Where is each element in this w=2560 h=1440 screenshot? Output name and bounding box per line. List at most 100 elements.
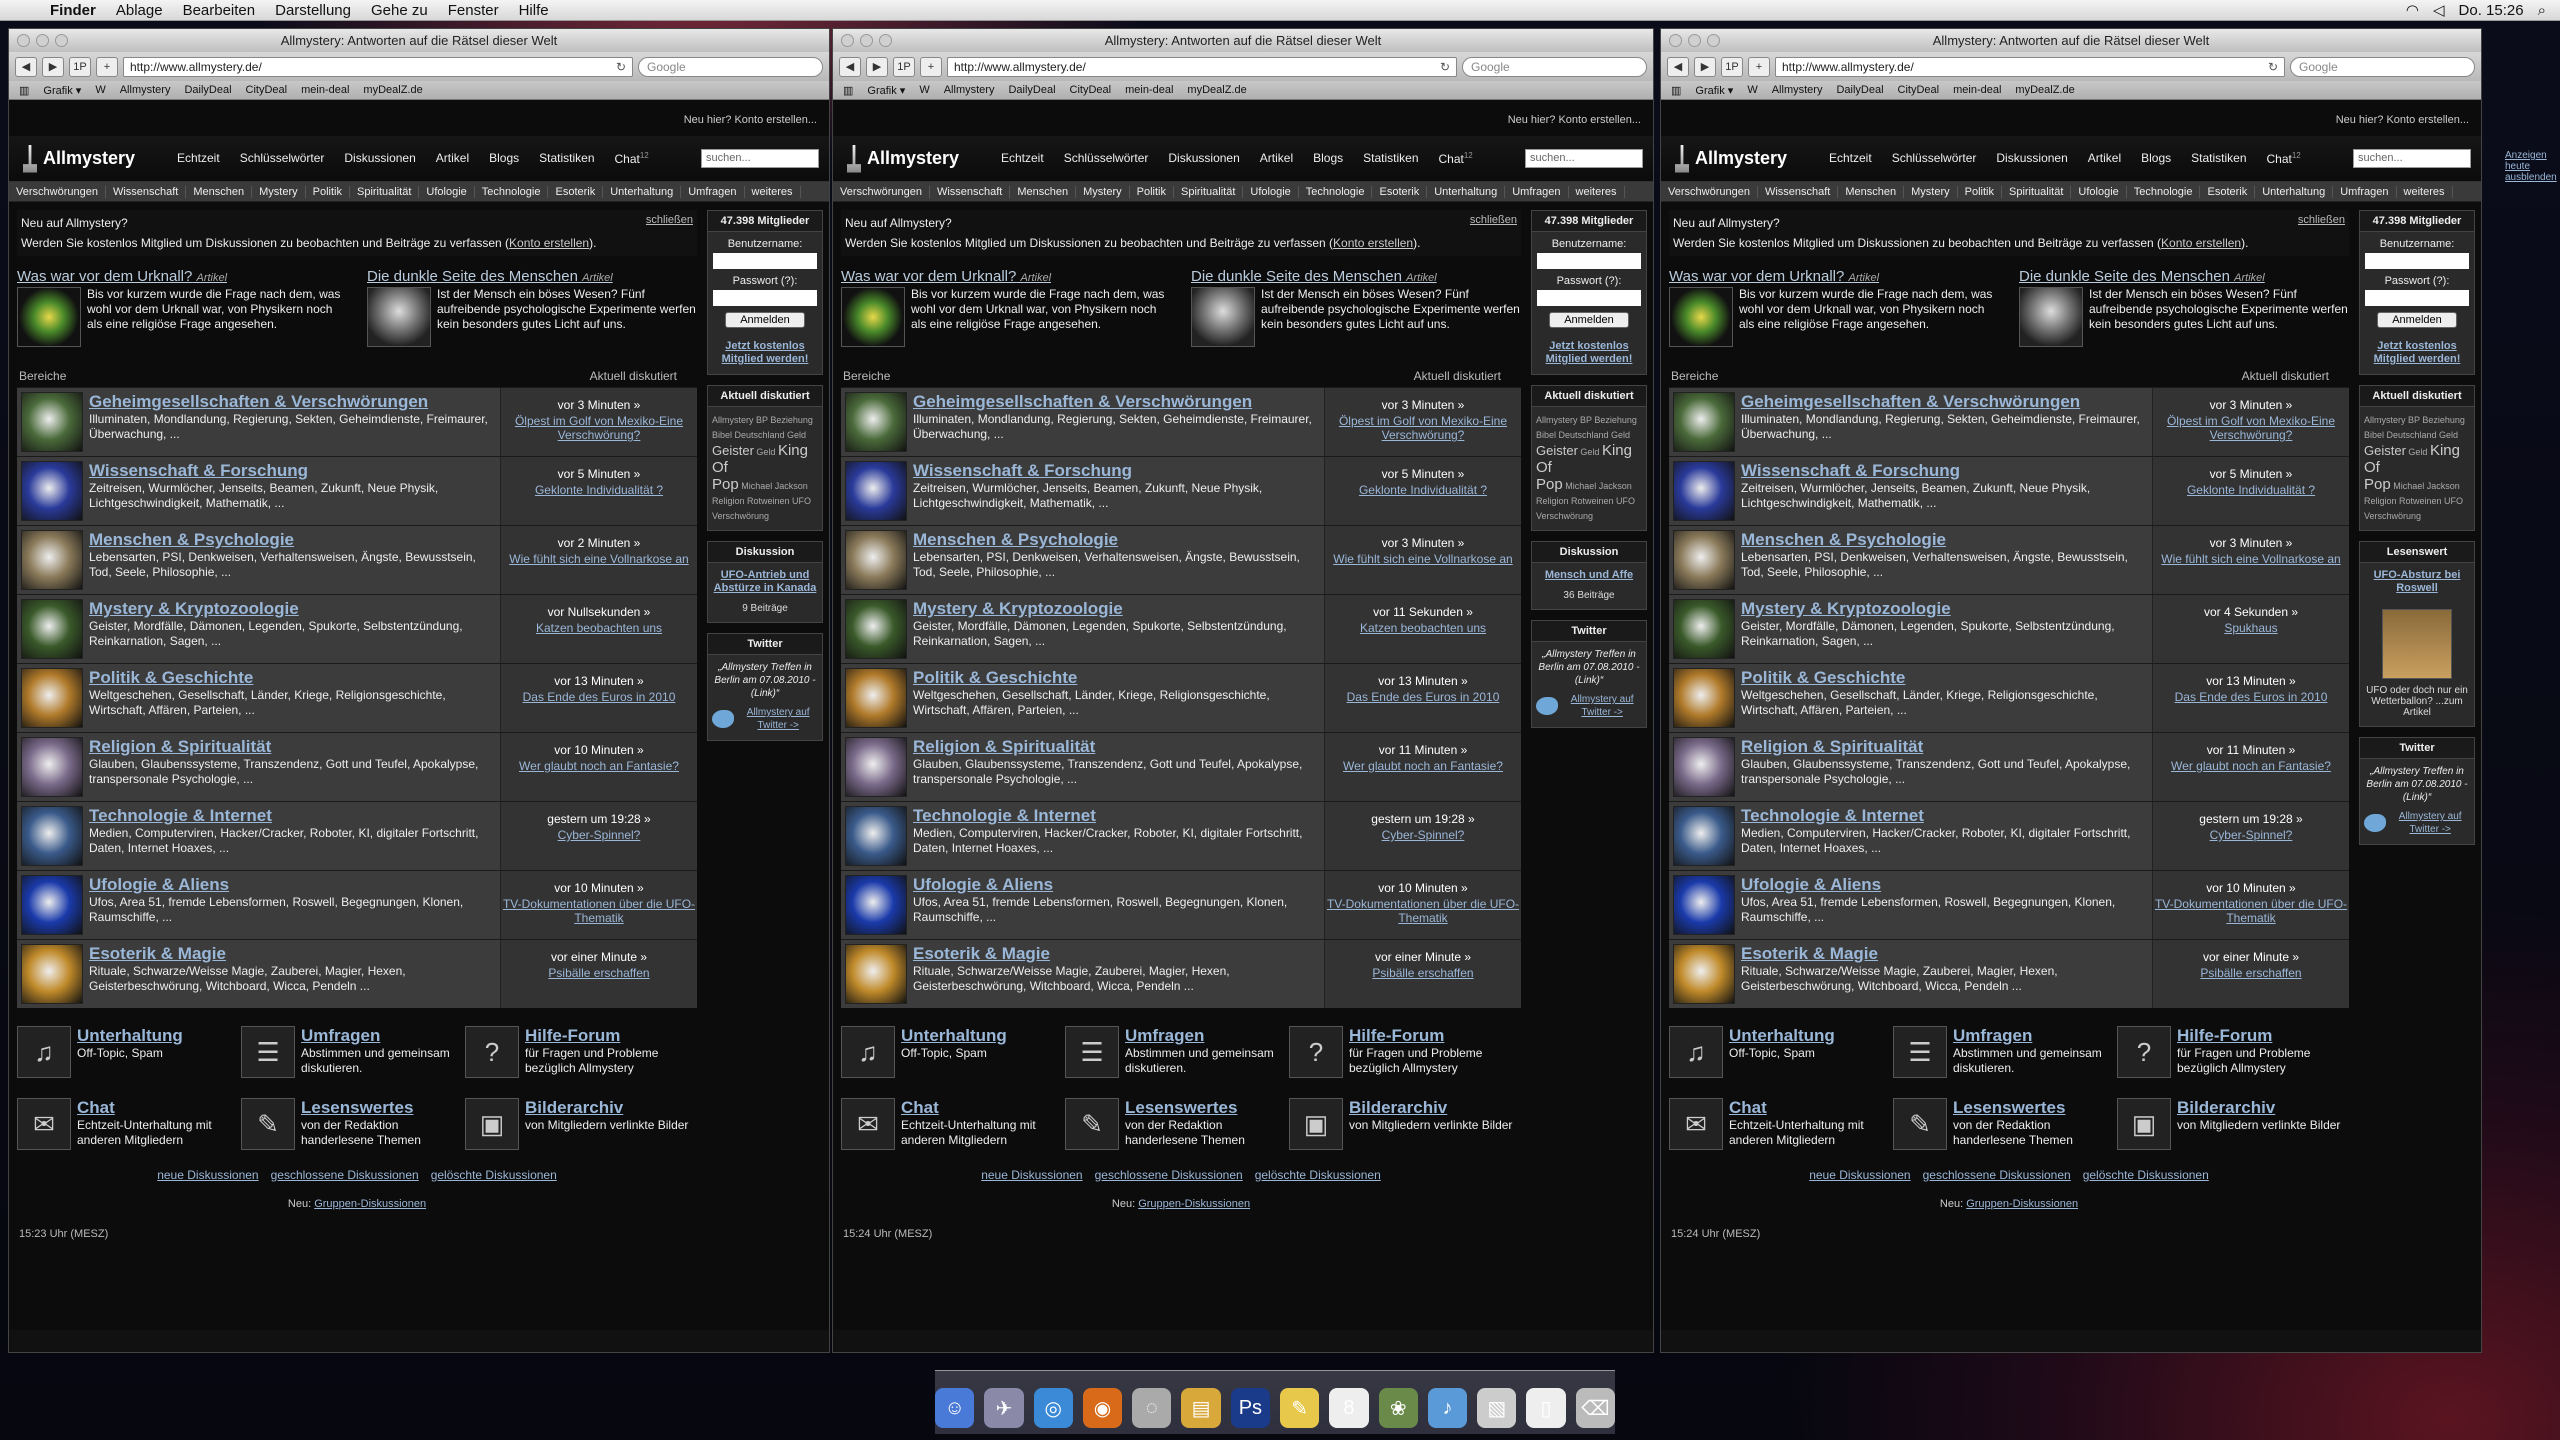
group-discussions-link[interactable]: Gruppen-Diskussionen: [1966, 1198, 2078, 1210]
category-link[interactable]: Esoterik: [2200, 185, 2256, 198]
zoom-button[interactable]: [1707, 34, 1720, 47]
latest-topic-link[interactable]: Wie fühlt sich eine Vollnarkose an: [501, 552, 697, 566]
bookmark-item[interactable]: Grafik ▾: [1695, 84, 1733, 97]
latest-topic-link[interactable]: Wie fühlt sich eine Vollnarkose an: [2153, 552, 2349, 566]
latest-topic-link[interactable]: Das Ende des Euros in 2010: [501, 690, 697, 704]
password-input[interactable]: [2365, 290, 2469, 306]
category-link[interactable]: Unterhaltung: [603, 185, 682, 198]
latest-topic-link[interactable]: Wer glaubt noch an Fantasie?: [1325, 759, 1521, 773]
extra-forum-title[interactable]: Hilfe-Forum: [2177, 1026, 2341, 1046]
extra-forum-title[interactable]: Lesenswertes: [1125, 1098, 1289, 1118]
forum-title-link[interactable]: Menschen & Psychologie: [89, 530, 496, 550]
screenshot-icon[interactable]: ▧: [1477, 1388, 1517, 1428]
forum-icon[interactable]: [1673, 875, 1735, 935]
latest-topic-link[interactable]: Katzen beobachten uns: [501, 621, 697, 635]
forum-title-link[interactable]: Geheimgesellschaften & Verschwörungen: [913, 392, 1320, 412]
nav-item[interactable]: Schlüsselwörter: [240, 151, 325, 166]
nav-item[interactable]: Blogs: [1313, 151, 1343, 166]
nav-item[interactable]: Statistiken: [2191, 151, 2246, 166]
tag-pop[interactable]: Pop: [2364, 476, 2391, 493]
forum-icon[interactable]: [21, 599, 83, 659]
minimize-button[interactable]: [860, 34, 873, 47]
close-button[interactable]: [1669, 34, 1682, 47]
latest-topic-link[interactable]: Cyber-Spinnel?: [1325, 828, 1521, 842]
category-link[interactable]: Wissenschaft: [1758, 185, 1839, 198]
category-link[interactable]: Technologie: [475, 185, 549, 198]
tag-geld[interactable]: Geld: [756, 447, 775, 457]
extra-forum[interactable]: ✉ Chat Echtzeit-Unterhaltung mit anderen M…: [17, 1098, 241, 1150]
footer-link[interactable]: gelöschte Diskussionen: [431, 1168, 557, 1182]
iphoto-icon[interactable]: ❀: [1378, 1388, 1418, 1428]
documents-icon[interactable]: ▯: [1526, 1388, 1566, 1428]
extra-forum[interactable]: ? Hilfe-Forum für Fragen und Probleme bezü…: [465, 1026, 689, 1078]
latest-topic-link[interactable]: Geklonte Individualität ?: [2153, 483, 2349, 497]
menu-ablage[interactable]: Ablage: [106, 2, 173, 19]
spotlight-icon[interactable]: ⌕: [2538, 2, 2546, 19]
site-logo[interactable]: Allmystery: [9, 144, 177, 173]
forum-icon[interactable]: [21, 875, 83, 935]
back-icon[interactable]: ◀: [1667, 56, 1689, 77]
featured-article[interactable]: Was war vor dem Urknall? Artikel Bis vor …: [17, 268, 347, 347]
twitter-link[interactable]: Allmystery auf Twitter ->: [738, 706, 818, 732]
lesenswert-image[interactable]: [2382, 609, 2452, 679]
photoshop-icon[interactable]: Ps: [1230, 1388, 1270, 1428]
bookmark-item[interactable]: myDealZ.de: [363, 84, 422, 96]
google-search-field[interactable]: Google: [1462, 56, 1647, 77]
username-input[interactable]: [2365, 253, 2469, 269]
latest-topic-link[interactable]: Psibälle erschaffen: [501, 966, 697, 980]
forum-title-link[interactable]: Wissenschaft & Forschung: [913, 461, 1320, 481]
menubar-clock[interactable]: Do. 15:26: [2459, 2, 2524, 19]
transmit-icon[interactable]: ▤: [1181, 1388, 1221, 1428]
bookmark-item[interactable]: DailyDeal: [1836, 84, 1883, 96]
featured-image[interactable]: [841, 287, 905, 347]
category-link[interactable]: Menschen: [1010, 185, 1077, 198]
extra-forum[interactable]: ✎ Lesenswertes von der Redaktion handerles…: [1065, 1098, 1289, 1150]
address-bar[interactable]: http://www.allmystery.de/ ↻: [947, 56, 1457, 77]
nav-item[interactable]: Blogs: [2141, 151, 2171, 166]
extra-forum-title[interactable]: Bilderarchiv: [2177, 1098, 2340, 1118]
safari-icon[interactable]: ◎: [1033, 1388, 1073, 1428]
nav-item[interactable]: Artikel: [2088, 151, 2121, 166]
category-link[interactable]: Mystery: [1076, 185, 1130, 198]
category-link[interactable]: Mystery: [1904, 185, 1958, 198]
bookmark-item[interactable]: CityDeal: [1898, 84, 1940, 96]
latest-topic-link[interactable]: Ölpest im Golf von Mexiko-Eine Verschwör…: [501, 414, 697, 442]
twitter-link[interactable]: Allmystery auf Twitter ->: [1562, 693, 1642, 719]
trash-icon[interactable]: ⌫: [1575, 1388, 1615, 1428]
stickies-icon[interactable]: ✎: [1280, 1388, 1320, 1428]
forum-icon[interactable]: [1673, 392, 1735, 452]
category-link[interactable]: Esoterik: [548, 185, 604, 198]
address-bar[interactable]: http://www.allmystery.de/ ↻: [1775, 56, 2285, 77]
extra-forum[interactable]: ☰ Umfragen Abstimmen und gemeinsam diskuti…: [1893, 1026, 2117, 1078]
forward-icon[interactable]: ▶: [1694, 56, 1716, 77]
forum-icon[interactable]: [21, 944, 83, 1004]
forward-icon[interactable]: ▶: [42, 56, 64, 77]
site-search-input[interactable]: suchen...: [1525, 149, 1643, 168]
nav-item[interactable]: Diskussionen: [344, 151, 415, 166]
latest-topic-link[interactable]: Spukhaus: [2153, 621, 2349, 635]
topsites-icon[interactable]: 1P: [893, 56, 915, 77]
bookmark-item[interactable]: Allmystery: [944, 84, 995, 96]
back-icon[interactable]: ◀: [15, 56, 37, 77]
extra-forum[interactable]: ✎ Lesenswertes von der Redaktion handerles…: [1893, 1098, 2117, 1150]
nav-item[interactable]: Chat12: [1439, 151, 1473, 166]
extra-forum-title[interactable]: Unterhaltung: [901, 1026, 1007, 1046]
extra-forum-title[interactable]: Chat: [77, 1098, 241, 1118]
footer-link[interactable]: neue Diskussionen: [981, 1168, 1082, 1182]
latest-topic-link[interactable]: TV-Dokumentationen über die UFO-Thematik: [1325, 897, 1521, 925]
latest-topic-link[interactable]: Geklonte Individualität ?: [501, 483, 697, 497]
nav-item[interactable]: Blogs: [489, 151, 519, 166]
category-link[interactable]: Politik: [1958, 185, 2002, 198]
extra-forum[interactable]: ✉ Chat Echtzeit-Unterhaltung mit anderen M…: [1669, 1098, 1893, 1150]
forum-title-link[interactable]: Wissenschaft & Forschung: [89, 461, 496, 481]
extra-forum-title[interactable]: Unterhaltung: [1729, 1026, 1835, 1046]
reading-list-icon[interactable]: ▥: [1671, 84, 1681, 97]
bookmark-item[interactable]: DailyDeal: [1008, 84, 1055, 96]
extra-forum[interactable]: ✉ Chat Echtzeit-Unterhaltung mit anderen M…: [841, 1098, 1065, 1150]
category-link[interactable]: Esoterik: [1372, 185, 1428, 198]
extra-forum[interactable]: ? Hilfe-Forum für Fragen und Probleme bezü…: [2117, 1026, 2341, 1078]
forum-icon[interactable]: [845, 461, 907, 521]
latest-topic-link[interactable]: Das Ende des Euros in 2010: [1325, 690, 1521, 704]
forum-title-link[interactable]: Religion & Spiritualität: [1741, 737, 2148, 757]
zoom-button[interactable]: [55, 34, 68, 47]
